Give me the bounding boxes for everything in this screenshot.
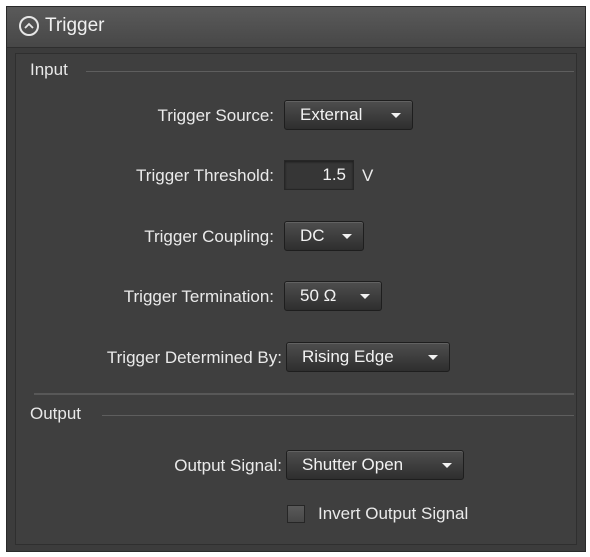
trigger-threshold-label: Trigger Threshold: [136,166,274,185]
trigger-termination-value: 50 Ω [300,286,337,305]
panel-title: Trigger [45,15,105,36]
trigger-threshold-unit: V [362,166,374,185]
trigger-source-value: External [300,105,363,124]
input-section-title: Input [30,60,68,79]
trigger-threshold-input[interactable]: 1.5 [284,160,354,190]
chevron-down-icon [442,463,452,468]
panel-header[interactable]: Trigger [7,7,585,48]
input-section-divider [86,71,574,72]
output-section-title: Output [30,404,82,423]
trigger-panel: Trigger Input Trigger Source: External T… [6,6,586,552]
chevron-down-icon [360,294,370,299]
trigger-termination-label: Trigger Termination: [123,287,274,306]
output-signal-label: Output Signal: [174,456,282,475]
trigger-coupling-dropdown[interactable]: DC [284,221,364,251]
invert-output-label[interactable]: Invert Output Signal [318,504,468,524]
trigger-coupling-value: DC [300,226,325,245]
chevron-down-icon [391,113,401,118]
chevron-down-icon [428,355,438,360]
chevron-up-circle-icon[interactable] [19,16,39,36]
trigger-determined-by-label: Trigger Determined By: [106,348,282,367]
trigger-termination-dropdown[interactable]: 50 Ω [284,281,382,311]
output-section-divider [102,415,574,416]
section-separator [34,393,574,395]
output-signal-value: Shutter Open [302,455,404,474]
trigger-coupling-label: Trigger Coupling: [144,227,274,246]
trigger-source-dropdown[interactable]: External [284,100,413,130]
invert-output-checkbox[interactable] [287,505,305,523]
trigger-determined-by-dropdown[interactable]: Rising Edge [286,342,450,372]
trigger-source-label: Trigger Source: [157,106,274,125]
panel-body: Input Trigger Source: External Trigger T… [15,53,577,545]
chevron-down-icon [342,234,352,239]
output-signal-dropdown[interactable]: Shutter Open [286,450,464,480]
trigger-determined-by-value: Rising Edge [302,347,394,366]
